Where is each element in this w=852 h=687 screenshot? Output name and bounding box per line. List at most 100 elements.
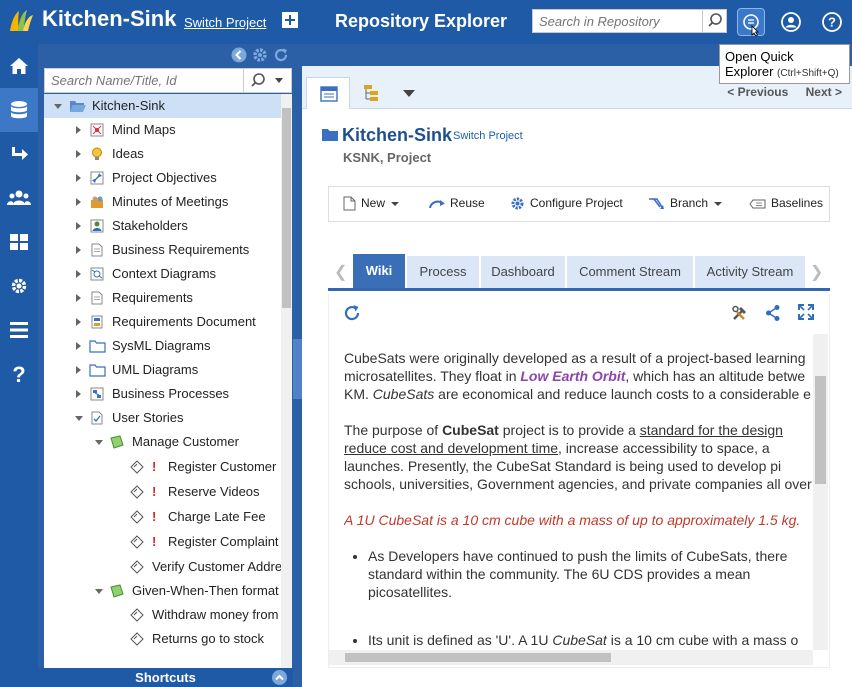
users-icon[interactable] — [0, 176, 38, 220]
expand-arrow-icon[interactable] — [76, 198, 81, 206]
document-icon — [91, 291, 103, 305]
wiki-paragraph-1: CubeSats were originally developed as a … — [344, 350, 811, 402]
tree-item-context-diagrams[interactable]: Context Diagrams — [44, 262, 281, 286]
tree-item-reserve-videos[interactable]: ! Reserve Videos — [44, 480, 281, 504]
scroll-thumb[interactable] — [345, 653, 611, 662]
expand-arrow-icon[interactable] — [76, 174, 81, 182]
tabs-scroll-right-icon[interactable]: ❯ — [810, 262, 823, 282]
tree-item-withdraw-money[interactable]: Withdraw money from ATM — [44, 603, 281, 627]
tree-item-returns-go-to-stock[interactable]: Returns go to stock — [44, 627, 281, 651]
tree-item-requirements[interactable]: Requirements — [44, 286, 281, 310]
help-icon[interactable]: ? — [821, 11, 843, 33]
tree-search-input[interactable] — [45, 69, 241, 92]
tree-vertical-scrollbar[interactable] — [281, 94, 292, 687]
collapse-arrow-icon[interactable] — [95, 589, 103, 594]
shortcuts-bar[interactable]: Shortcuts — [38, 668, 293, 687]
tab-tree-view[interactable] — [350, 77, 394, 109]
panel-splitter[interactable] — [293, 44, 302, 687]
chevron-up-icon[interactable] — [272, 670, 287, 685]
menu-icon[interactable] — [0, 308, 38, 352]
baselines-button[interactable]: Baselines — [749, 196, 823, 210]
tree-item-mind-maps[interactable]: Mind Maps — [44, 118, 281, 142]
tree-item-kitchen-sink[interactable]: Kitchen-Sink — [44, 94, 281, 118]
add-icon[interactable] — [282, 12, 298, 28]
help-rail-icon[interactable]: ? — [0, 352, 38, 396]
search-icon[interactable] — [702, 10, 726, 32]
collapse-arrow-icon[interactable] — [54, 104, 62, 109]
tree-item-charge-late-fee[interactable]: ! Charge Late Fee — [44, 505, 281, 529]
tree-item-register-customer[interactable]: ! Register Customer — [44, 455, 281, 479]
project-title: Kitchen-Sink — [342, 125, 453, 145]
configure-project-button[interactable]: Configure Project — [510, 196, 623, 211]
switch-project-small-link[interactable]: Switch Project — [453, 130, 523, 142]
share-icon[interactable] — [765, 304, 781, 322]
tree-settings-icon[interactable] — [252, 47, 268, 63]
dashboard-icon[interactable] — [0, 220, 38, 264]
expand-arrow-icon[interactable] — [76, 222, 81, 230]
expand-arrow-icon[interactable] — [76, 294, 81, 302]
previous-link[interactable]: < Previous — [727, 85, 788, 99]
tree-item-given-when-then[interactable]: Given-When-Then format — [44, 579, 281, 603]
tree-item-sysml-diagrams[interactable]: SysML Diagrams — [44, 334, 281, 358]
wiki-vertical-scrollbar[interactable] — [813, 334, 828, 650]
collapse-panel-icon[interactable] — [231, 47, 247, 63]
reuse-icon — [429, 199, 445, 209]
search-options-dropdown[interactable] — [275, 78, 283, 83]
tree-item-project-objectives[interactable]: Project Objectives — [44, 166, 281, 190]
expand-arrow-icon[interactable] — [76, 270, 81, 278]
tab-wiki[interactable]: Wiki — [353, 254, 405, 288]
project-name[interactable]: Kitchen-Sink — [42, 6, 176, 32]
tools-icon[interactable] — [731, 304, 749, 322]
home-icon[interactable] — [0, 44, 38, 88]
tab-activity-stream[interactable]: Activity Stream — [695, 256, 805, 288]
low-earth-orbit-link[interactable]: Low Earth Orbit — [520, 368, 625, 384]
tree-item-business-requirements[interactable]: Business Requirements — [44, 238, 281, 262]
scroll-thumb[interactable] — [815, 376, 826, 484]
scroll-thumb[interactable] — [282, 108, 291, 308]
tree-item-verify-customer-address[interactable]: Verify Customer Address — [44, 555, 281, 579]
tree-item-register-complaint[interactable]: ! Register Complaint — [44, 530, 281, 554]
tree-item-user-stories[interactable]: User Stories — [44, 406, 281, 430]
refresh-icon[interactable] — [343, 304, 361, 322]
switch-project-link[interactable]: Switch Project — [184, 15, 266, 30]
tree-item-ideas[interactable]: Ideas — [44, 142, 281, 166]
quick-explorer-button[interactable] — [737, 8, 765, 37]
next-link[interactable]: Next > — [806, 85, 842, 99]
tree-item-business-processes[interactable]: Business Processes — [44, 382, 281, 406]
tab-dashboard[interactable]: Dashboard — [481, 256, 565, 288]
splitter-handle[interactable] — [293, 339, 302, 399]
tree-item-stakeholders[interactable]: Stakeholders — [44, 214, 281, 238]
new-button[interactable]: New — [343, 196, 400, 211]
repository-search-input[interactable] — [533, 10, 703, 32]
user-story-icon — [91, 411, 103, 425]
reuse-button[interactable]: Reuse — [428, 196, 485, 210]
trace-arrow-icon[interactable] — [0, 132, 38, 176]
settings-icon[interactable] — [0, 264, 38, 308]
tree-refresh-icon[interactable] — [273, 47, 289, 63]
tree-item-requirements-document[interactable]: Requirements Document — [44, 310, 281, 334]
expand-arrow-icon[interactable] — [76, 150, 81, 158]
expand-arrow-icon[interactable] — [76, 318, 81, 326]
folder-icon — [89, 340, 106, 353]
tree-item-manage-customer[interactable]: Manage Customer — [44, 430, 281, 454]
tab-comment-stream[interactable]: Comment Stream — [567, 256, 693, 288]
user-profile-icon[interactable] — [780, 11, 802, 33]
tab-process[interactable]: Process — [407, 256, 479, 288]
expand-arrow-icon[interactable] — [76, 126, 81, 134]
collapse-arrow-icon[interactable] — [95, 440, 103, 445]
expand-icon[interactable] — [798, 304, 814, 320]
tree-item-minutes-of-meetings[interactable]: Minutes of Meetings — [44, 190, 281, 214]
tree-search-icon[interactable] — [243, 69, 271, 92]
expand-arrow-icon[interactable] — [76, 390, 81, 398]
expand-arrow-icon[interactable] — [76, 246, 81, 254]
branch-button[interactable]: Branch — [648, 196, 723, 211]
repository-icon[interactable] — [0, 88, 38, 132]
tree-item-uml-diagrams[interactable]: UML Diagrams — [44, 358, 281, 382]
collapse-arrow-icon[interactable] — [75, 416, 83, 421]
tabs-scroll-left-icon[interactable]: ❮ — [334, 262, 347, 282]
tab-details-view[interactable] — [306, 77, 350, 109]
view-dropdown-icon[interactable] — [403, 90, 415, 97]
wiki-horizontal-scrollbar[interactable] — [329, 650, 813, 665]
expand-arrow-icon[interactable] — [76, 342, 81, 350]
expand-arrow-icon[interactable] — [76, 366, 81, 374]
